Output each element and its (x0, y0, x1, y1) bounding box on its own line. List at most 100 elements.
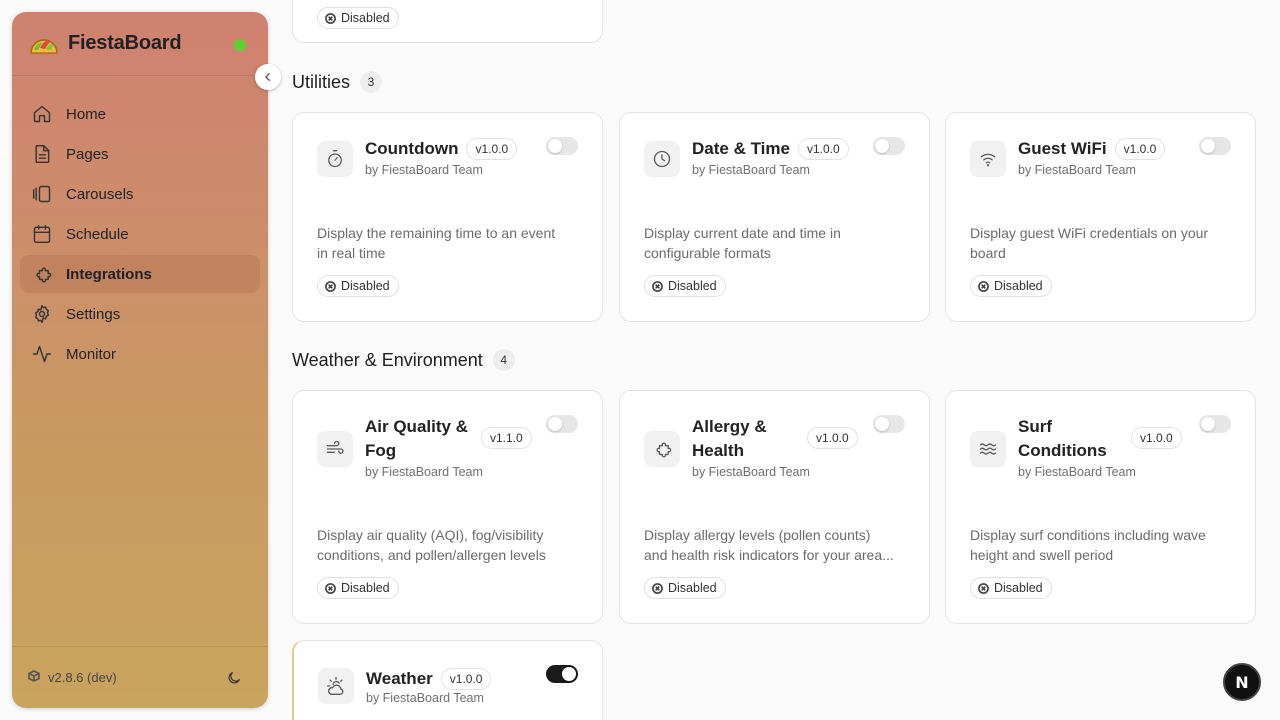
description-line: Display air quality (AQI), fog/visibilit… (317, 527, 544, 543)
sidebar-item-carousels[interactable]: Carousels (20, 175, 260, 213)
toggle-knob (562, 667, 576, 681)
clock-icon (644, 141, 680, 177)
version-badge: v1.0.0 (1131, 427, 1182, 449)
moon-icon (228, 672, 240, 684)
nextjs-logo-letter: N (1235, 672, 1249, 692)
card-description: Display surf conditions including wave h… (970, 525, 1233, 565)
status-text: Disabled (994, 581, 1043, 595)
sidebar-item-schedule[interactable]: Schedule (20, 215, 260, 253)
taco-logo-icon (28, 28, 60, 60)
theme-toggle-button[interactable] (226, 670, 242, 691)
description-line: configurable formats (644, 245, 771, 261)
description-line: Display current date and time in (644, 225, 841, 241)
wind-icon (317, 431, 353, 467)
toggle-knob (875, 417, 889, 431)
status-text: Disabled (994, 279, 1043, 293)
version-badge: v1.0.0 (466, 138, 518, 160)
brand-name: FiestaBoard (68, 32, 182, 54)
status-text: Disabled (341, 279, 390, 293)
sidebar-item-integrations[interactable]: Integrations (20, 255, 260, 293)
enable-toggle[interactable] (546, 665, 578, 683)
integration-card-date-time[interactable]: Date & Time v1.0.0 by FiestaBoard Team D… (619, 112, 930, 322)
enable-toggle[interactable] (873, 137, 905, 155)
card-description: Display allergy levels (pollen counts) a… (644, 525, 907, 565)
card-description: Display guest WiFi credentials on your b… (970, 223, 1233, 263)
integration-card-countdown[interactable]: Countdown v1.0.0 by FiestaBoard Team Dis… (292, 112, 603, 322)
integrations-main: Disabled Utilities 3 Countdown v1.0.0 by… (292, 0, 1256, 720)
status-text: Disabled (341, 581, 390, 595)
integration-card-allergy-health[interactable]: Allergy & Health v1.0.0 by FiestaBoard T… (619, 390, 930, 624)
gear-icon (32, 304, 52, 324)
integration-card-air-quality-fog[interactable]: Air Quality & Fog v1.1.0 by FiestaBoard … (292, 390, 603, 624)
card-title: Guest WiFi (1018, 139, 1107, 158)
integration-card-guest-wifi[interactable]: Guest WiFi v1.0.0 by FiestaBoard Team Di… (945, 112, 1256, 322)
version-badge: v1.0.0 (440, 668, 492, 690)
status-badge: Disabled (317, 7, 399, 29)
section-count-badge: 4 (492, 349, 515, 371)
description-line: and health risk indicators for your area… (644, 547, 894, 563)
x-circle-icon (652, 280, 663, 292)
chevron-left-icon (265, 73, 270, 81)
collapse-sidebar-button[interactable] (255, 64, 281, 90)
enable-toggle[interactable] (1199, 415, 1231, 433)
card-title-row: Surf Conditions v1.0.0 (1018, 415, 1182, 463)
description-line: board (970, 245, 1006, 261)
card-title: Air Quality & Fog (365, 415, 473, 463)
card-author: by FiestaBoard Team (365, 163, 483, 177)
sidebar-item-monitor[interactable]: Monitor (20, 335, 260, 373)
description-line: height and swell period (970, 547, 1114, 563)
wifi-icon (970, 141, 1006, 177)
description-line: in real time (317, 245, 386, 261)
card-description: Display current date and time in configu… (644, 223, 907, 263)
x-circle-icon (978, 280, 989, 292)
connection-status-dot (234, 39, 246, 51)
sidebar-item-label: Schedule (66, 225, 129, 243)
card-author: by FiestaBoard Team (366, 691, 484, 705)
sidebar-item-label: Settings (66, 305, 121, 323)
card-title-row: Guest WiFi v1.0.0 (1018, 137, 1166, 161)
card-title-row: Countdown v1.0.0 (365, 137, 518, 161)
sidebar-item-pages[interactable]: Pages (20, 135, 260, 173)
activity-icon (32, 344, 52, 364)
sidebar-item-label: Integrations (66, 265, 152, 283)
nextjs-dev-indicator-button[interactable]: N (1223, 663, 1261, 701)
puzzle-icon (644, 431, 680, 467)
description-line: conditions, and pollen/allergen levels (317, 547, 546, 563)
toggle-knob (548, 417, 562, 431)
card-author: by FiestaBoard Team (692, 163, 810, 177)
sidebar-header: FiestaBoard (12, 12, 281, 90)
app-version: v2.8.6 (dev) (48, 670, 117, 685)
card-author: by FiestaBoard Team (1018, 163, 1136, 177)
sidebar-nav: Home Pages Carousels Schedule Integratio… (12, 76, 268, 373)
card-title-row: Weather v1.0.0 (366, 667, 492, 691)
integration-card-partial[interactable]: Disabled (292, 0, 603, 43)
card-title-line: Allergy & (692, 417, 767, 436)
sidebar-item-home[interactable]: Home (20, 95, 260, 133)
enable-toggle[interactable] (546, 415, 578, 433)
integration-card-weather[interactable]: Weather v1.0.0 by FiestaBoard Team (292, 640, 603, 720)
version-badge: v1.1.0 (481, 427, 532, 449)
enable-toggle[interactable] (1199, 137, 1231, 155)
enable-toggle[interactable] (546, 137, 578, 155)
card-author: by FiestaBoard Team (1018, 465, 1136, 479)
integration-card-surf-conditions[interactable]: Surf Conditions v1.0.0 by FiestaBoard Te… (945, 390, 1256, 624)
status-badge: Disabled (317, 275, 399, 297)
section-title: Utilities (292, 71, 351, 92)
description-line: Display guest WiFi credentials on your (970, 225, 1209, 241)
sidebar-item-settings[interactable]: Settings (20, 295, 260, 333)
description-line: Display surf conditions including wave (970, 527, 1206, 543)
document-icon (32, 144, 52, 164)
enable-toggle[interactable] (873, 415, 905, 433)
status-badge: Disabled (970, 577, 1052, 599)
card-description: Display the remaining time to an event i… (317, 223, 580, 263)
sidebar-item-label: Monitor (66, 345, 117, 363)
status-text: Disabled (668, 279, 717, 293)
status-text: Disabled (341, 11, 390, 25)
card-title-row: Date & Time v1.0.0 (692, 137, 849, 161)
sidebar-item-label: Home (66, 105, 107, 123)
card-title: Countdown (365, 139, 459, 158)
waves-icon (970, 431, 1006, 467)
card-author: by FiestaBoard Team (692, 465, 810, 479)
status-text: Disabled (668, 581, 717, 595)
x-circle-icon (325, 582, 336, 594)
